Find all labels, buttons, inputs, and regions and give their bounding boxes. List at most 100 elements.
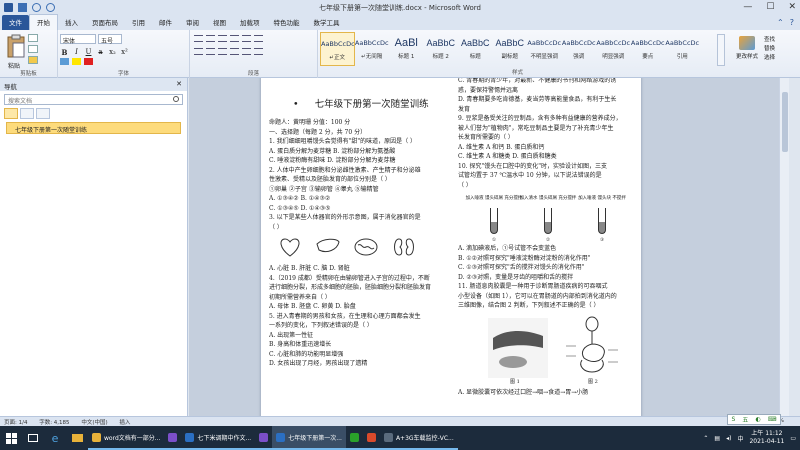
strikethrough-icon[interactable]: a [96, 48, 105, 57]
underline-icon[interactable]: U [84, 48, 93, 57]
nav-search-input[interactable]: 搜索文档 [4, 94, 183, 105]
style-item[interactable]: AaBbCcDc 引用 [665, 32, 700, 66]
taskbar-app[interactable] [362, 426, 380, 450]
taskbar-app[interactable]: 七下米调期中作文... [181, 426, 256, 450]
style-item[interactable]: AaBbC 副标题 [493, 32, 528, 66]
bold-icon[interactable]: B [60, 48, 69, 57]
tab-references[interactable]: 引用 [125, 15, 152, 30]
tray-expand-icon[interactable]: ⌃ [703, 435, 708, 442]
style-item[interactable]: AaBbCcDc 强调 [562, 32, 597, 66]
tab-insert[interactable]: 插入 [58, 15, 85, 30]
tab-page-layout[interactable]: 页面布局 [85, 15, 125, 30]
tab-home[interactable]: 开始 [29, 14, 58, 30]
notification-icon[interactable]: ▭ [790, 435, 796, 442]
doc-line: 9. 豆浆是备受关注的豆制品，含有多种有益健康的营养成分， [458, 115, 622, 122]
start-button[interactable] [0, 426, 22, 450]
select-button[interactable]: 选择 [764, 54, 775, 63]
vertical-scrollbar[interactable] [779, 78, 789, 416]
paste-button[interactable] [6, 34, 26, 60]
maximize-icon[interactable]: ☐ [766, 2, 774, 12]
format-painter-icon[interactable] [28, 56, 38, 64]
close-icon[interactable]: ✕ [176, 80, 182, 88]
justify-icon[interactable] [230, 48, 239, 55]
pages-view-icon[interactable] [20, 108, 34, 119]
align-center-icon[interactable] [206, 48, 215, 55]
taskbar-app[interactable] [164, 426, 182, 450]
align-left-icon[interactable] [194, 48, 203, 55]
brain-figure [354, 238, 378, 256]
document-page[interactable]: 七年级下册第一次随堂训练 命题人：黄明珊 分值：100 分一、选择题（每题 2 … [261, 78, 641, 416]
line-spacing-icon[interactable] [242, 48, 251, 55]
text-effects-icon[interactable] [60, 58, 69, 65]
search-icon[interactable] [173, 96, 179, 102]
clock[interactable]: 上午 11:12 2021-04-11 [749, 430, 784, 446]
style-item[interactable]: AaBbC 标题 [458, 32, 493, 66]
styles-scroll[interactable] [717, 34, 725, 66]
taskbar-app[interactable]: word文档有一部分... [88, 426, 165, 450]
minimize-icon[interactable]: — [743, 2, 752, 12]
copy-icon[interactable] [28, 45, 38, 53]
find-button[interactable]: 查找 [764, 36, 775, 45]
tab-view[interactable]: 视图 [206, 15, 233, 30]
help-icon[interactable]: ? [790, 18, 794, 27]
doc-line: 2. 人体中产生卵细胞和分泌雌性激素、产生精子和分泌雄 [269, 166, 421, 174]
editing-group: 查找 替换 选择 [764, 36, 775, 63]
highlight-icon[interactable] [72, 58, 81, 65]
numbering-icon[interactable] [206, 35, 215, 42]
ime-mode: 五 [742, 417, 749, 424]
doc-line: 初期所需营养来自（ ） [269, 293, 331, 301]
tab-mailings[interactable]: 邮件 [152, 15, 179, 30]
tab-addins[interactable]: 加载项 [233, 15, 267, 30]
cut-icon[interactable] [28, 34, 38, 42]
style-item[interactable]: AaBbC 标题 2 [424, 32, 459, 66]
tab-features[interactable]: 特色功能 [267, 15, 307, 30]
italic-icon[interactable]: I [72, 48, 81, 57]
multilevel-list-icon[interactable] [218, 35, 227, 42]
style-sample: AaBbCcDc [321, 40, 354, 48]
sort-icon[interactable] [254, 35, 263, 42]
change-styles-button[interactable]: 更改样式 [735, 36, 759, 60]
tab-review[interactable]: 审阅 [179, 15, 206, 30]
app-icon [185, 432, 195, 442]
windows-icon [5, 432, 17, 444]
tab-file[interactable]: 文件 [2, 15, 29, 30]
nav-heading-item[interactable]: 七年级下册第一次随堂训练 [6, 122, 181, 134]
superscript-icon[interactable]: x² [120, 48, 129, 57]
volume-icon[interactable]: ◂) [726, 435, 731, 442]
close-icon[interactable]: ✕ [788, 2, 796, 12]
font-size-select[interactable]: 五号 [98, 34, 122, 45]
task-view-icon[interactable] [22, 426, 44, 450]
style-item[interactable]: AaBl 标题 1 [389, 32, 424, 66]
taskbar-app[interactable]: 七年级下册第一次... [272, 426, 346, 450]
ime-toolbar[interactable]: S 五 ◐ ⌨ [727, 414, 781, 425]
ime-tray-icon[interactable]: 中 [737, 434, 743, 443]
right-text-block: C. 青春期的青少年，对最新、不健康的书刊和网络游戏的诱 惑，要保持警惕并远离 D.… [458, 78, 634, 190]
style-item[interactable]: AaBbCcDc 明显强调 [596, 32, 631, 66]
edge-icon[interactable]: e [44, 426, 66, 450]
font-color-icon[interactable] [84, 58, 93, 65]
style-item[interactable]: AaBbCcDc ↵正文 [320, 32, 355, 66]
replace-button[interactable]: 替换 [764, 45, 775, 54]
shading-icon[interactable] [254, 48, 263, 55]
style-item[interactable]: AaBbCcDc ↵无间隔 [355, 32, 390, 66]
decrease-indent-icon[interactable] [230, 35, 239, 42]
bullets-icon[interactable] [194, 35, 203, 42]
scrollbar-thumb[interactable] [782, 92, 788, 152]
subscript-icon[interactable]: x₂ [108, 48, 117, 57]
ribbon-collapse-icon[interactable]: ⌃ [777, 18, 784, 27]
app-icon [259, 432, 269, 442]
headings-view-icon[interactable] [4, 108, 18, 119]
tab-math-tools[interactable]: 数学工具 [307, 15, 347, 30]
font-name-select[interactable]: 宋体 [60, 34, 96, 45]
taskbar-app[interactable]: A+3G车载监控-VC... [379, 426, 458, 450]
align-right-icon[interactable] [218, 48, 227, 55]
results-view-icon[interactable] [36, 108, 50, 119]
increase-indent-icon[interactable] [242, 35, 251, 42]
taskbar-app[interactable] [345, 426, 363, 450]
network-icon[interactable]: ▤ [714, 435, 720, 442]
style-name: 标题 2 [432, 54, 449, 60]
style-item[interactable]: AaBbCcDc 不明显强调 [527, 32, 562, 66]
taskbar-app[interactable] [255, 426, 273, 450]
file-explorer-icon[interactable] [66, 426, 88, 450]
style-item[interactable]: AaBbCcDc 要点 [631, 32, 666, 66]
